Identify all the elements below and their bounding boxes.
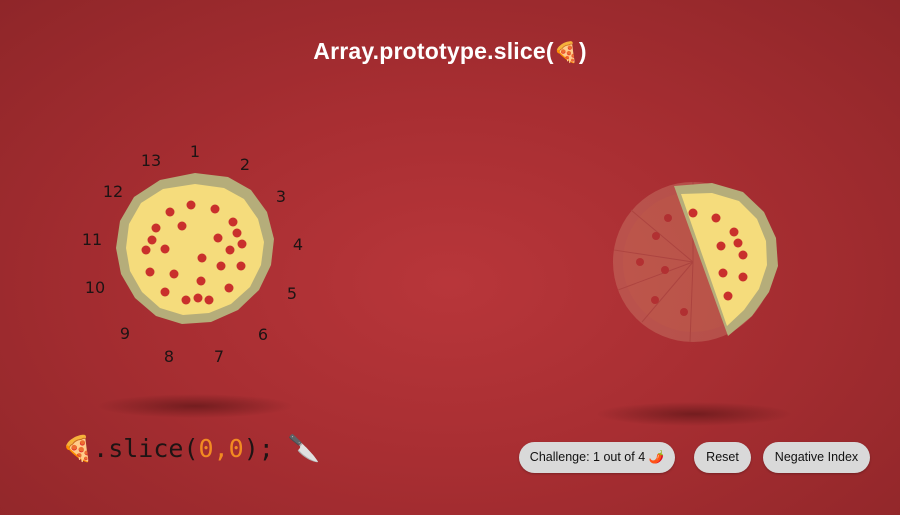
slice-number-12: 12 <box>102 182 124 201</box>
slice-number-8: 8 <box>163 347 175 366</box>
pizza-shadow-left <box>97 394 293 418</box>
whole-pizza[interactable] <box>116 173 274 324</box>
pizza-shadow-right <box>596 402 792 426</box>
challenge-button[interactable]: Challenge: 1 out of 4 🌶️ <box>519 442 675 473</box>
code-method: .slice( <box>93 434 199 463</box>
slice-number-13: 13 <box>140 151 162 170</box>
knife-icon[interactable]: 🔪 <box>288 434 320 464</box>
reset-button[interactable]: Reset <box>694 442 751 473</box>
slice-number-10: 10 <box>84 278 106 297</box>
end-arg[interactable]: 0 <box>229 434 244 463</box>
code-comma: , <box>213 434 229 463</box>
code-close: ); <box>243 434 274 463</box>
slice-number-4: 4 <box>292 235 304 254</box>
pizza-icon: 🍕 <box>62 434 94 463</box>
negative-index-button[interactable]: Negative Index <box>763 442 870 473</box>
slice-number-2: 2 <box>239 155 251 174</box>
slice-number-9: 9 <box>119 324 131 343</box>
slice-code: 🍕.slice(0,0); 🔪 <box>62 434 320 464</box>
slice-number-6: 6 <box>257 325 269 344</box>
slice-number-11: 11 <box>81 230 103 249</box>
slice-number-5: 5 <box>286 284 298 303</box>
slice-number-7: 7 <box>213 347 225 366</box>
slice-number-3: 3 <box>275 187 287 206</box>
start-arg[interactable]: 0 <box>199 434 214 463</box>
slice-number-1: 1 <box>189 142 201 161</box>
